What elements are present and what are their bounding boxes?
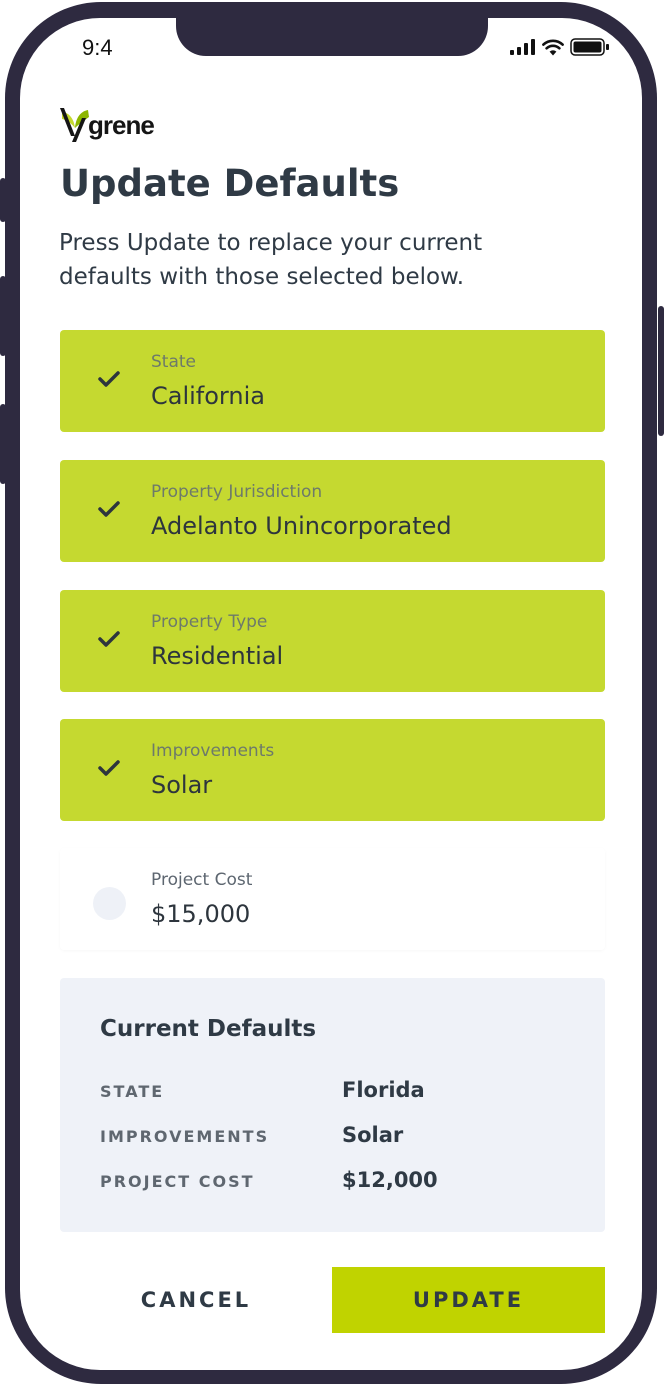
volume-down-button (0, 404, 6, 484)
option-value: $15,000 (151, 900, 251, 928)
current-defaults-card: Current Defaults STATE Florida IMPROVEME… (60, 978, 605, 1232)
option-label: State (151, 352, 196, 372)
wifi-icon (542, 39, 564, 55)
default-value: Solar (342, 1123, 404, 1147)
option-value: Residential (151, 642, 284, 670)
logo-wordmark: grene (88, 109, 155, 140)
default-key: STATE (100, 1082, 165, 1101)
silent-switch (0, 178, 6, 222)
checkmark-icon (98, 631, 120, 647)
battery-icon (570, 38, 609, 56)
option-property-type[interactable]: Property Type Residential (60, 590, 605, 692)
current-defaults-title: Current Defaults (100, 1016, 317, 1042)
option-property-jurisdiction[interactable]: Property Jurisdiction Adelanto Unincorpo… (60, 460, 605, 562)
option-value: California (151, 382, 265, 410)
option-state[interactable]: State California (60, 330, 605, 432)
update-button[interactable]: UPDATE (332, 1267, 605, 1333)
option-label: Improvements (151, 741, 275, 761)
radio-unchecked-icon[interactable] (93, 887, 126, 920)
option-value: Adelanto Unincorporated (151, 512, 452, 540)
cancel-button[interactable]: CANCEL (60, 1267, 332, 1333)
default-value: $12,000 (342, 1168, 438, 1192)
option-value: Solar (151, 771, 213, 799)
page-subtitle: Press Update to replace your current def… (59, 230, 483, 290)
app-screen: 9:4 grene Update Defaults Press Update t… (20, 18, 642, 1370)
option-label: Project Cost (151, 870, 253, 890)
ygrene-leaf-y-icon (60, 108, 89, 142)
default-key: PROJECT COST (100, 1172, 255, 1191)
checkmark-icon (98, 501, 120, 517)
power-button (658, 306, 664, 436)
option-label: Property Type (151, 612, 268, 632)
volume-up-button (0, 276, 6, 356)
option-label: Property Jurisdiction (151, 482, 323, 502)
option-improvements[interactable]: Improvements Solar (60, 719, 605, 821)
default-value: Florida (342, 1078, 425, 1102)
status-time: 9:4 (82, 35, 113, 60)
cellular-signal-icon (510, 39, 535, 55)
ygrene-logo: grene (58, 106, 155, 144)
default-key: IMPROVEMENTS (100, 1127, 270, 1146)
page-title: Update Defaults (60, 162, 400, 205)
option-project-cost[interactable]: Project Cost $15,000 (60, 848, 605, 950)
status-icons (510, 38, 610, 56)
checkmark-icon (98, 371, 120, 387)
notch (176, 18, 488, 56)
checkmark-icon (98, 760, 120, 776)
